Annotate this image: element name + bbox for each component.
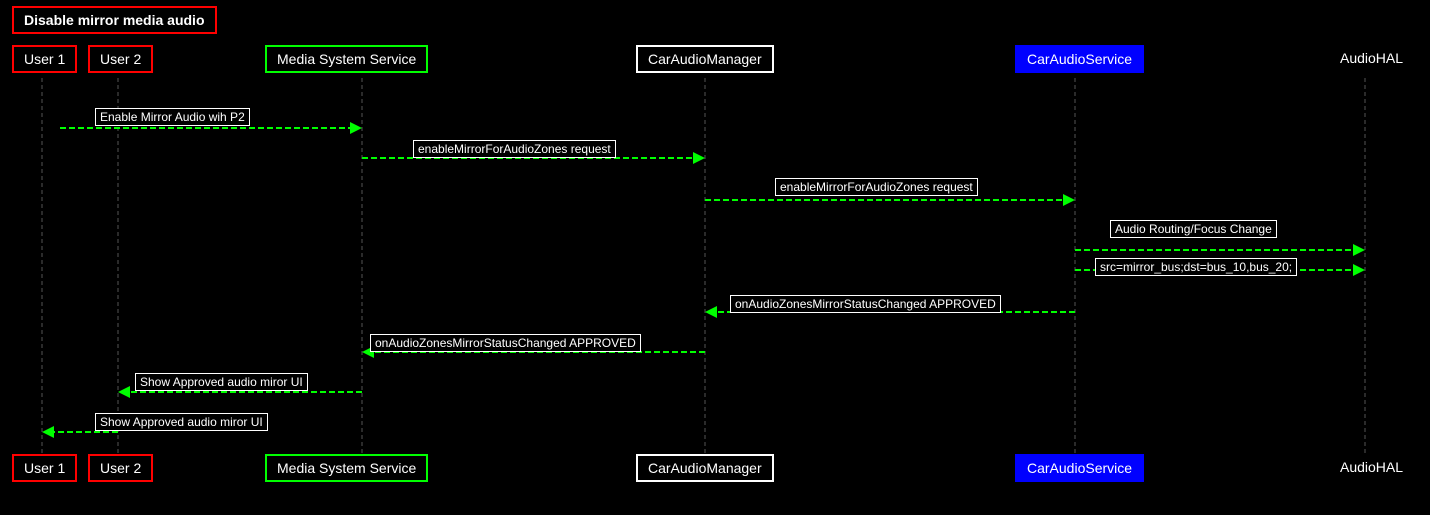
msg-on-audio-zones-2: onAudioZonesMirrorStatusChanged APPROVED <box>370 334 641 352</box>
msg-src-mirror: src=mirror_bus;dst=bus_10,bus_20; <box>1095 258 1297 276</box>
sequence-diagram: Disable mirror media audio User 1 User 2… <box>0 0 1430 515</box>
msg-enable-mirror-zones-1: enableMirrorForAudioZones request <box>413 140 616 158</box>
msg-on-audio-zones-1: onAudioZonesMirrorStatusChanged APPROVED <box>730 295 1001 313</box>
msg-show-approved-1: Show Approved audio miror UI <box>135 373 308 391</box>
msg-enable-mirror-zones-2: enableMirrorForAudioZones request <box>775 178 978 196</box>
msg-audio-routing: Audio Routing/Focus Change <box>1110 220 1277 238</box>
msg-enable-mirror-audio: Enable Mirror Audio wih P2 <box>95 108 250 126</box>
msg-show-approved-2: Show Approved audio miror UI <box>95 413 268 431</box>
